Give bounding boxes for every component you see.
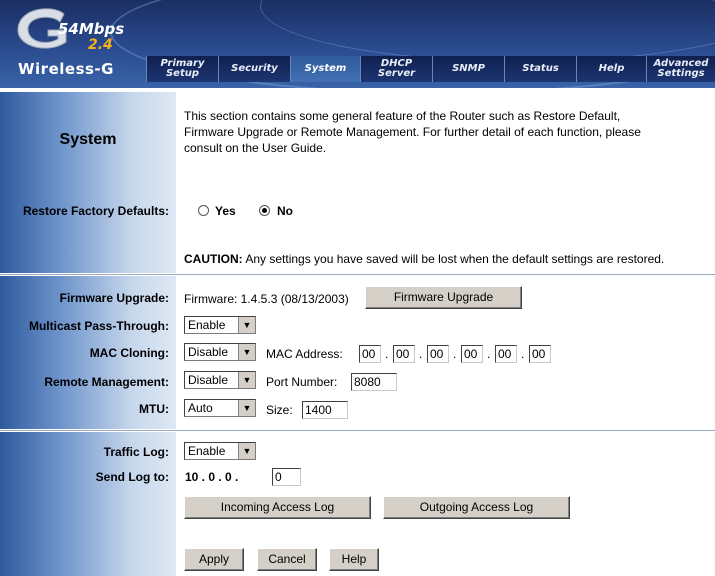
mac-cloning-label: MAC Cloning: <box>89 346 169 360</box>
mac-octet-6[interactable]: 00 <box>529 345 551 363</box>
firmware-upgrade-button[interactable]: Firmware Upgrade <box>365 286 522 309</box>
nav-tabs: Primary Setup Security System DHCP Serve… <box>146 56 715 82</box>
caution-message: Any settings you have saved will be lost… <box>242 252 665 266</box>
tab-advanced-settings[interactable]: Advanced Settings <box>646 56 715 82</box>
caution-text: CAUTION: Any settings you have saved wil… <box>184 252 664 266</box>
restore-defaults-label: Restore Factory Defaults: <box>22 204 169 218</box>
multicast-label: Multicast Pass-Through: <box>28 319 169 333</box>
cancel-button[interactable]: Cancel <box>257 548 317 571</box>
mac-octet-4[interactable]: 00 <box>461 345 483 363</box>
mac-separator: . <box>521 347 525 361</box>
port-number-label: Port Number: <box>266 375 338 389</box>
mtu-size-input[interactable]: 1400 <box>302 401 348 419</box>
send-log-label: Send Log to: <box>95 470 169 484</box>
mtu-label: MTU: <box>139 402 169 416</box>
traffic-log-label: Traffic Log: <box>103 445 169 459</box>
apply-button[interactable]: Apply <box>184 548 244 571</box>
remote-management-label: Remote Management: <box>44 375 169 389</box>
caution-prefix: CAUTION: <box>184 252 243 266</box>
tab-system[interactable]: System <box>290 56 360 82</box>
multicast-select[interactable]: Enable ▼ <box>184 316 256 334</box>
mac-octet-2[interactable]: 00 <box>393 345 415 363</box>
mac-separator: . <box>385 347 389 361</box>
mac-cloning-select[interactable]: Disable ▼ <box>184 343 256 361</box>
section-title: System <box>59 131 117 148</box>
tab-help[interactable]: Help <box>576 56 646 82</box>
chevron-down-icon: ▼ <box>238 344 255 360</box>
send-log-prefix: 10 . 0 . 0 . <box>185 470 239 484</box>
mac-separator: . <box>453 347 457 361</box>
tab-primary-setup[interactable]: Primary Setup <box>146 56 218 82</box>
brand-band: 2.4 <box>88 37 113 53</box>
mac-separator: . <box>419 347 423 361</box>
restore-yes-label: Yes <box>215 204 236 218</box>
tab-status[interactable]: Status <box>504 56 576 82</box>
intro-line-2: Firmware Upgrade or Remote Management. F… <box>184 125 641 139</box>
intro-line-3: consult on the User Guide. <box>184 141 327 155</box>
outgoing-access-log-button[interactable]: Outgoing Access Log <box>383 496 570 519</box>
firmware-info: Firmware: 1.4.5.3 (08/13/2003) <box>184 292 349 306</box>
mac-octet-5[interactable]: 00 <box>495 345 517 363</box>
chevron-down-icon: ▼ <box>238 443 255 459</box>
chevron-down-icon: ▼ <box>238 317 255 333</box>
help-button[interactable]: Help <box>329 548 379 571</box>
mac-octet-1[interactable]: 00 <box>359 345 381 363</box>
divider-2 <box>0 430 715 431</box>
chevron-down-icon: ▼ <box>238 372 255 388</box>
firmware-label: Firmware Upgrade: <box>59 291 169 305</box>
divider-1 <box>0 274 715 275</box>
chevron-down-icon: ▼ <box>238 400 255 416</box>
restore-no-radio[interactable] <box>259 205 270 216</box>
intro-line-1: This section contains some general featu… <box>184 109 621 123</box>
restore-no-label: No <box>277 204 293 218</box>
tab-dhcp-server[interactable]: DHCP Server <box>360 56 432 82</box>
mac-separator: . <box>487 347 491 361</box>
incoming-access-log-button[interactable]: Incoming Access Log <box>184 496 371 519</box>
port-number-input[interactable]: 8080 <box>351 373 397 391</box>
mtu-value: Auto <box>188 401 213 415</box>
mac-address-label: MAC Address: <box>266 347 343 361</box>
mac-octet-3[interactable]: 00 <box>427 345 449 363</box>
tab-security[interactable]: Security <box>218 56 290 82</box>
multicast-value: Enable <box>188 318 226 332</box>
brand-name: Wireless-G <box>18 60 114 78</box>
traffic-log-value: Enable <box>188 444 226 458</box>
tab-snmp[interactable]: SNMP <box>432 56 504 82</box>
left-panel-section-1 <box>0 92 176 273</box>
mac-cloning-value: Disable <box>188 345 229 359</box>
mtu-select[interactable]: Auto ▼ <box>184 399 256 417</box>
remote-management-value: Disable <box>188 373 229 387</box>
traffic-log-select[interactable]: Enable ▼ <box>184 442 256 460</box>
brand-speed: 54Mbps <box>58 20 125 38</box>
restore-yes-radio[interactable] <box>198 205 209 216</box>
send-log-last-octet[interactable]: 0 <box>272 468 301 486</box>
remote-management-select[interactable]: Disable ▼ <box>184 371 256 389</box>
mtu-size-label: Size: <box>266 403 293 417</box>
header-banner: 54Mbps 2.4 Wireless-G Primary Setup Secu… <box>0 0 715 88</box>
